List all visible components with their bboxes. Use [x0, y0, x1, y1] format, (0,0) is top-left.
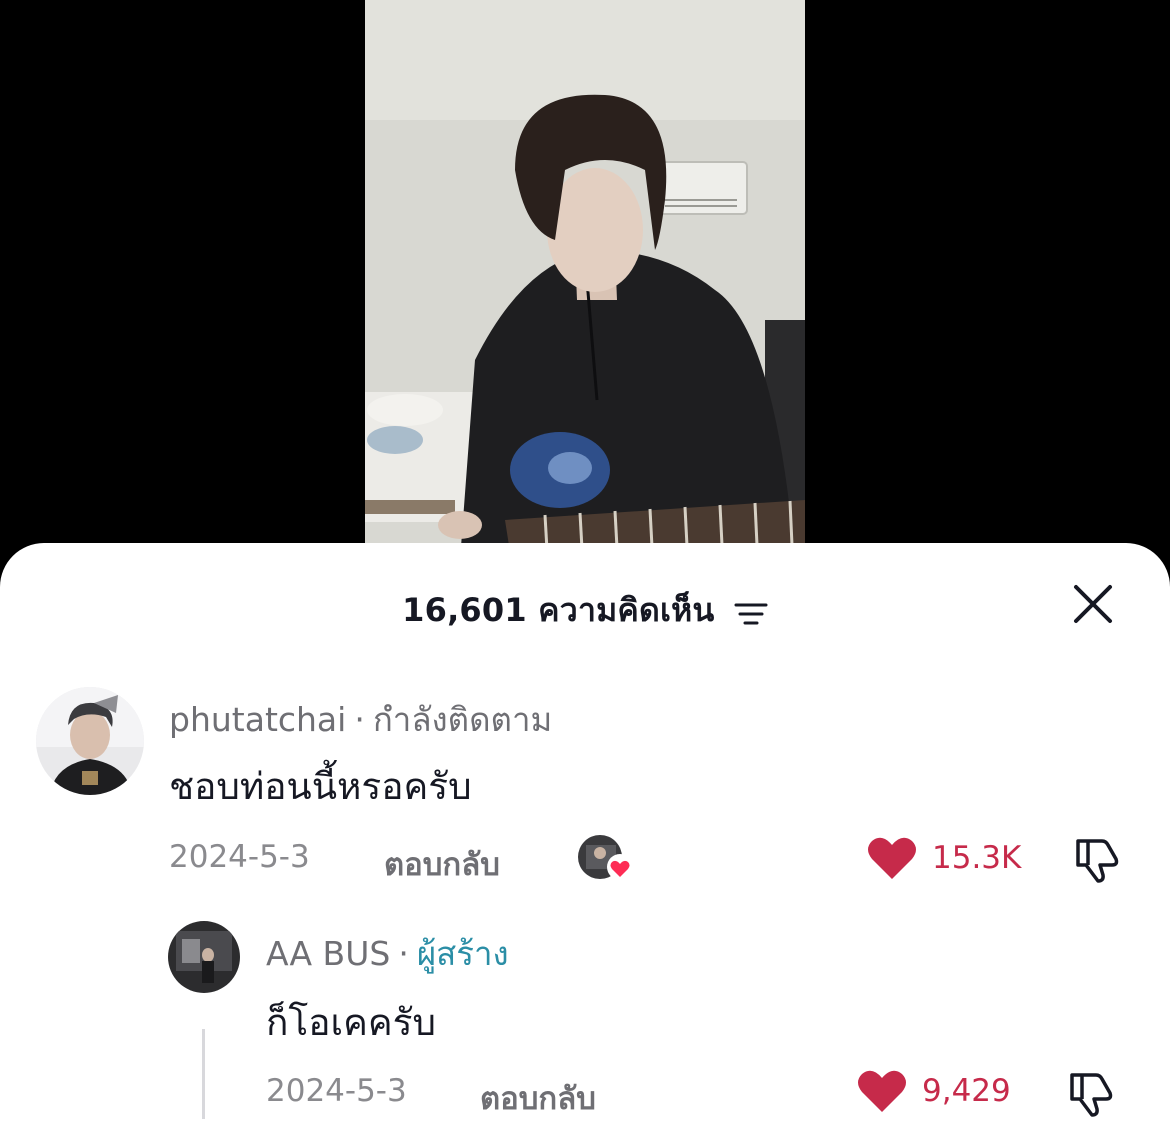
reply-item: AA BUS · ผู้สร้าง ก็โอเคครับ 2024-5-3 ตอบก…	[0, 543, 1170, 1144]
video-player[interactable]	[0, 0, 1170, 560]
video-still-image	[365, 0, 805, 560]
username[interactable]: AA BUS	[266, 934, 390, 973]
comment-text: ก็โอเคครับ	[266, 1001, 437, 1044]
video-thumbnail	[365, 0, 805, 560]
creator-tag: ผู้สร้าง	[416, 934, 509, 973]
dislike-icon[interactable]	[1066, 1067, 1118, 1119]
avatar[interactable]	[168, 921, 240, 993]
like-count: 9,429	[922, 1073, 1011, 1109]
thread-line	[202, 1029, 205, 1119]
like-group[interactable]: 9,429	[856, 1068, 1011, 1114]
separator: ·	[398, 934, 409, 973]
reply-button[interactable]: ตอบกลับ	[480, 1073, 596, 1123]
heart-icon[interactable]	[856, 1068, 908, 1114]
comment-username-line: AA BUS · ผู้สร้าง	[266, 927, 509, 980]
comments-sheet: 16,601 ความคิดเห็น phutatchai · กำลังติด…	[0, 543, 1170, 1144]
comment-date: 2024-5-3	[266, 1073, 407, 1109]
